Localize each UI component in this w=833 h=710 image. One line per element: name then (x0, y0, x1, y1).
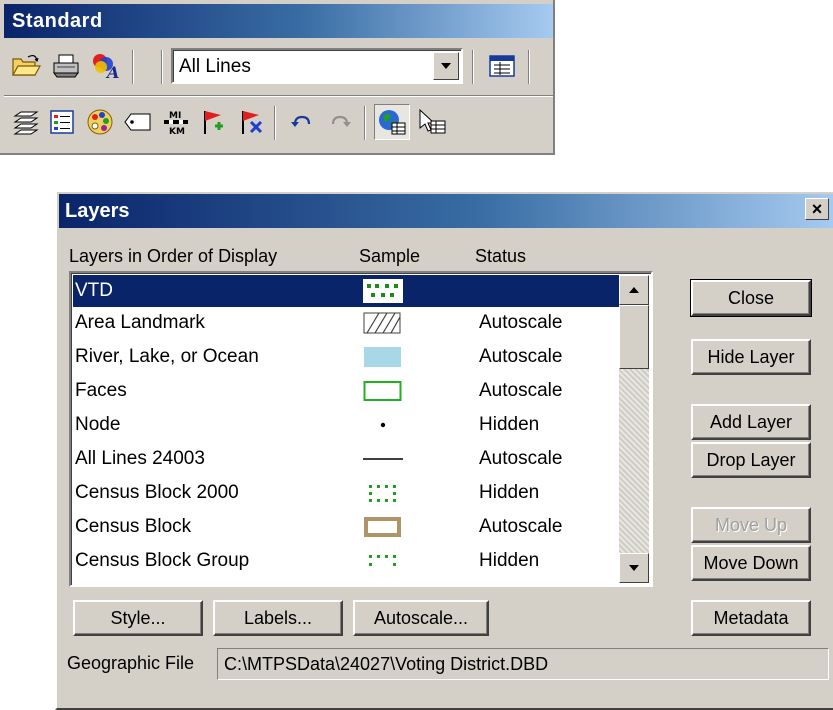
select-icon[interactable] (414, 104, 450, 140)
toolbar-separator (528, 50, 530, 84)
dialog-title-bar: Layers (59, 194, 833, 228)
palette-icon[interactable] (82, 104, 118, 140)
standard-toolbar: Standard A All Lines MI KM (0, 0, 555, 155)
data-view-icon[interactable] (484, 48, 520, 84)
style-font-icon[interactable]: A (88, 48, 124, 84)
toolbar-separator (364, 106, 366, 140)
open-folder-icon[interactable] (8, 48, 44, 84)
sample-green-outline (363, 379, 403, 403)
layer-row[interactable]: All Lines 24003 Autoscale (73, 443, 629, 475)
layer-name: Area Landmark (75, 312, 205, 333)
geographic-file-label: Geographic File (67, 653, 195, 673)
close-button[interactable]: Close (690, 279, 812, 317)
sample-hatch (363, 311, 403, 335)
layer-status: Autoscale (479, 312, 563, 333)
hide-layer-button[interactable]: Hide Layer (691, 339, 811, 375)
layer-dropdown-value: All Lines (179, 56, 251, 77)
toolbar-separator (161, 50, 163, 84)
map-layer-icon[interactable] (374, 104, 410, 140)
sample-tan-outline (363, 515, 403, 539)
column-header-sample: Sample (359, 246, 421, 266)
layer-name: Census Block (75, 516, 192, 537)
layer-row[interactable]: Census Block 2000 Hidden (73, 477, 629, 509)
column-header-name: Layers in Order of Display (69, 246, 278, 266)
legend-icon[interactable] (44, 104, 80, 140)
layer-status: Autoscale (479, 380, 563, 401)
layer-name: Faces (75, 380, 127, 401)
chevron-down-icon[interactable] (433, 52, 459, 80)
layer-name: River, Lake, or Ocean (75, 346, 259, 367)
move-down-button[interactable]: Move Down (691, 545, 811, 581)
label-icon[interactable] (120, 104, 156, 140)
sample-dot (363, 413, 403, 437)
layer-status: Autoscale (479, 448, 563, 469)
units-top-label: MI (169, 111, 181, 121)
layer-dropdown[interactable]: All Lines (171, 48, 463, 84)
toolbar-title: Standard (4, 4, 553, 38)
layers-icon[interactable] (8, 104, 44, 140)
toolbar-separator (132, 50, 134, 84)
move-up-button[interactable]: Move Up (691, 507, 811, 543)
layer-row[interactable]: Census Block Group Hidden (73, 545, 629, 577)
metadata-button[interactable]: Metadata (691, 600, 811, 636)
toolbar-row-2: MI KM (8, 104, 548, 144)
layer-status: Hidden (479, 414, 540, 435)
layer-status: Hidden (479, 482, 540, 503)
scroll-up-icon[interactable] (619, 275, 649, 305)
geographic-file-path: C:\MTPSData\24027\Voting District.DBD (217, 648, 829, 680)
drop-layer-button[interactable]: Drop Layer (691, 442, 811, 478)
units-bottom-label: KM (169, 127, 185, 137)
layer-row[interactable]: Area Landmark Autoscale (73, 307, 629, 339)
undo-icon[interactable] (284, 104, 320, 140)
layer-status: Hidden (479, 550, 540, 571)
layer-row[interactable]: Node Hidden (73, 409, 629, 441)
style-button[interactable]: Style... (73, 600, 203, 636)
layer-name: All Lines 24003 (75, 448, 205, 469)
svg-text:A: A (105, 63, 119, 80)
vertical-scrollbar[interactable] (619, 275, 649, 583)
toolbar-row-divider (4, 95, 553, 97)
layer-name: Census Block Group (75, 550, 250, 571)
print-icon[interactable] (48, 48, 84, 84)
sample-blue-fill (363, 345, 403, 369)
layer-name: VTD (75, 280, 113, 301)
sample-line (363, 447, 403, 471)
layer-name: Census Block 2000 (75, 482, 239, 503)
scroll-down-icon[interactable] (619, 553, 649, 583)
units-mi-km-icon[interactable]: MI KM (158, 104, 194, 140)
labels-button[interactable]: Labels... (213, 600, 343, 636)
add-layer-button[interactable]: Add Layer (691, 404, 811, 440)
sample-green-dots (363, 279, 403, 303)
dialog-title: Layers (65, 200, 130, 222)
layers-dialog: Layers × Layers in Order of Display Samp… (55, 190, 833, 710)
redo-icon[interactable] (322, 104, 358, 140)
layer-status: Autoscale (479, 346, 563, 367)
column-header-status: Status (475, 246, 527, 266)
sample-green-dotted (363, 481, 403, 505)
sample-green-dotted (363, 549, 403, 573)
layer-status: Autoscale (479, 516, 563, 537)
scroll-thumb[interactable] (619, 305, 649, 369)
autoscale-button[interactable]: Autoscale... (353, 600, 489, 636)
add-flag-icon[interactable] (196, 104, 232, 140)
layer-row[interactable]: Faces Autoscale (73, 375, 629, 407)
toolbar-separator (472, 50, 474, 84)
layer-row[interactable]: Census Block Autoscale (73, 511, 629, 543)
close-icon[interactable]: × (805, 198, 829, 220)
toolbar-separator (274, 106, 276, 140)
layer-row[interactable]: VTD (73, 275, 629, 307)
layer-row[interactable]: River, Lake, or Ocean Autoscale (73, 341, 629, 373)
remove-flag-icon[interactable] (234, 104, 270, 140)
layer-name: Node (75, 414, 121, 435)
layer-list[interactable]: VTD Area Landmark Autoscale River, Lake,… (69, 271, 653, 587)
toolbar-row-1: A All Lines (8, 48, 548, 88)
